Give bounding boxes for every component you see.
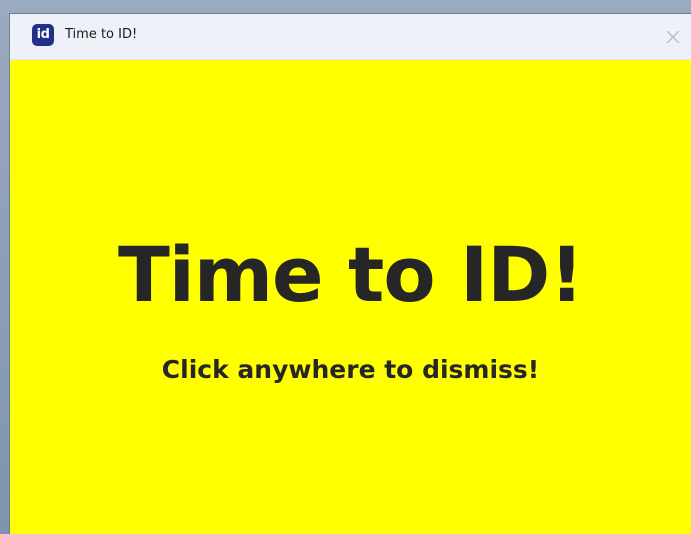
dismiss-area[interactable]: Time to ID! Click anywhere to dismiss! [10, 60, 691, 534]
time-to-id-window: id Time to ID! Time to ID! Click anywher… [10, 14, 691, 534]
close-icon [666, 30, 680, 44]
headline-text: Time to ID! [117, 230, 584, 319]
close-button[interactable] [665, 14, 691, 60]
dismiss-instruction: Click anywhere to dismiss! [161, 355, 540, 384]
window-titlebar[interactable]: id Time to ID! [10, 14, 691, 60]
window-title: Time to ID! [65, 27, 138, 42]
app-icon-text: id [36, 27, 50, 42]
app-icon: id [32, 24, 54, 46]
